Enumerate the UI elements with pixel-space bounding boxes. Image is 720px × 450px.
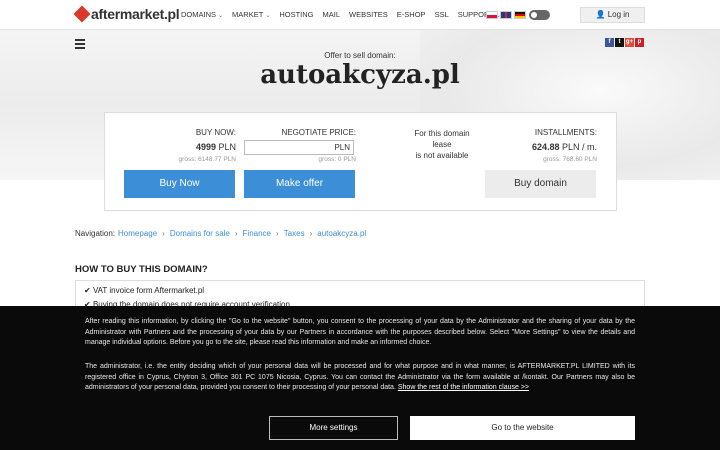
nav-hosting[interactable]: HOSTING: [279, 10, 313, 19]
chevron-right-icon: ›: [309, 229, 313, 238]
check-icon: ✔: [84, 286, 91, 295]
cookie-text-2: The administrator, i.e. the entity decid…: [85, 363, 635, 391]
user-icon: 👤: [595, 10, 606, 19]
logo[interactable]: aftermarket.pl: [73, 5, 180, 23]
logo-mark-icon: [73, 5, 91, 23]
flag-en-icon[interactable]: [500, 11, 512, 19]
more-settings-button[interactable]: More settings: [269, 416, 398, 440]
installments-label: INSTALLMENTS:: [534, 128, 597, 137]
google-plus-icon[interactable]: g+: [625, 38, 634, 47]
breadcrumb: Navigation: Homepage › Domains for sale …: [75, 229, 366, 238]
go-to-website-button[interactable]: Go to the website: [410, 416, 635, 440]
buy-domain-button[interactable]: Buy domain: [485, 170, 596, 198]
buy-now-button[interactable]: Buy Now: [124, 170, 235, 198]
facebook-icon[interactable]: f: [605, 38, 614, 47]
language-flags: [486, 11, 528, 19]
chevron-right-icon: ›: [162, 229, 165, 238]
buy-now-label: BUY NOW:: [195, 128, 236, 137]
negotiate-label: NEGOTIATE PRICE:: [281, 128, 356, 137]
installments-gross: gross: 768.60 PLN: [543, 156, 597, 163]
dark-mode-toggle[interactable]: [529, 10, 550, 20]
flag-de-icon[interactable]: [514, 11, 526, 19]
installments-price: 624.88 PLN / m.: [531, 142, 597, 152]
offer-price-input[interactable]: PLN: [244, 140, 354, 155]
nav-domains[interactable]: DOMAINS ⌄: [181, 10, 223, 19]
flag-pl-icon[interactable]: [486, 11, 498, 19]
nav-mail[interactable]: MAIL: [323, 10, 341, 19]
breadcrumb-homepage[interactable]: Homepage: [118, 229, 157, 238]
nav-market[interactable]: MARKET ⌄: [232, 10, 270, 19]
top-navbar: aftermarket.pl DOMAINS ⌄ MARKET ⌄ HOSTING …: [0, 0, 720, 30]
buy-now-price: 4999 PLN: [195, 142, 236, 152]
chevron-down-icon: ⌄: [265, 13, 271, 19]
breadcrumb-domains-for-sale[interactable]: Domains for sale: [170, 229, 230, 238]
lease-info: For this domain lease is not available: [414, 129, 470, 160]
negotiate-gross: gross: 0 PLN: [318, 156, 356, 163]
buy-now-gross: gross: 6148.77 PLN: [178, 156, 236, 163]
chevron-right-icon: ›: [234, 229, 238, 238]
cookie-text-1: After reading this information, by click…: [85, 318, 635, 346]
show-clause-link[interactable]: Show the rest of the information clause …: [398, 384, 529, 391]
nav-ssl[interactable]: SSL: [435, 10, 449, 19]
nav-eshop[interactable]: E-SHOP: [397, 10, 426, 19]
logo-text: aftermarket.pl: [91, 6, 180, 22]
breadcrumb-finance[interactable]: Finance: [243, 229, 271, 238]
nav-websites[interactable]: WEBSITES: [349, 10, 388, 19]
breadcrumb-label: Navigation:: [75, 229, 116, 238]
breadcrumb-current[interactable]: autoakcyza.pl: [317, 229, 366, 238]
social-share: f t g+ p: [605, 38, 645, 47]
offer-box: BUY NOW: 4999 PLN gross: 6148.77 PLN Buy…: [104, 112, 617, 211]
chevron-right-icon: ›: [276, 229, 279, 238]
hamburger-menu-icon[interactable]: [75, 39, 85, 51]
chevron-down-icon: ⌄: [218, 13, 224, 19]
offer-label: Offer to sell domain:: [324, 51, 396, 60]
make-offer-button[interactable]: Make offer: [244, 170, 355, 198]
breadcrumb-taxes[interactable]: Taxes: [284, 229, 305, 238]
cookie-consent-overlay: After reading this information, by click…: [0, 306, 720, 450]
list-item: ✔ VAT invoice form Aftermarket.pl: [84, 286, 205, 295]
main-nav: DOMAINS ⌄ MARKET ⌄ HOSTING MAIL WEBSITES E…: [181, 10, 510, 19]
howto-title: HOW TO BUY THIS DOMAIN?: [75, 264, 208, 275]
x-twitter-icon[interactable]: t: [615, 38, 624, 47]
login-button[interactable]: 👤 Log in: [580, 7, 645, 23]
pinterest-icon[interactable]: p: [635, 38, 644, 47]
domain-title: autoakcyza.pl: [260, 60, 460, 90]
